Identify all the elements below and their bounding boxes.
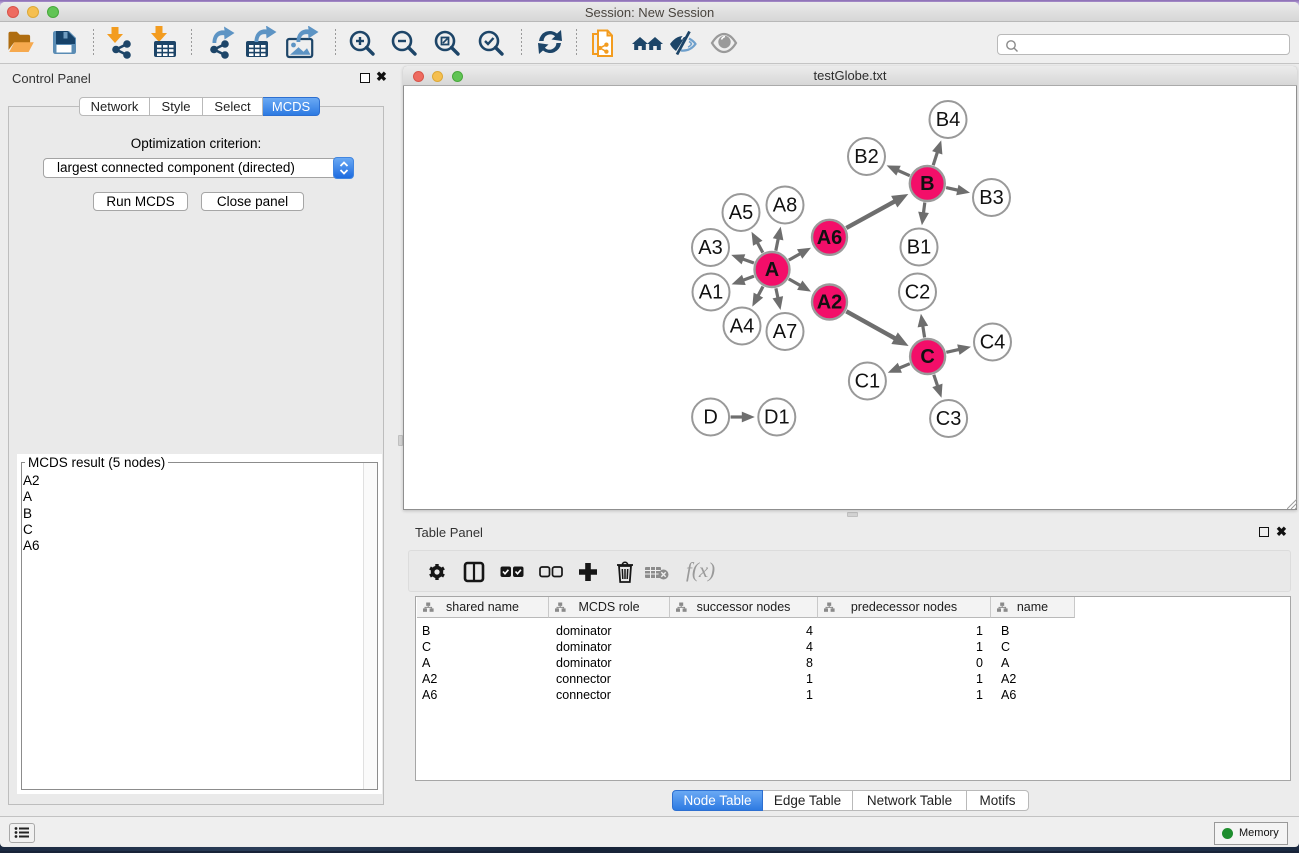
svg-text:A6: A6: [817, 227, 843, 249]
svg-text:A8: A8: [773, 195, 797, 217]
svg-text:B4: B4: [936, 109, 960, 131]
svg-text:B: B: [920, 173, 934, 195]
svg-text:A5: A5: [729, 202, 753, 224]
svg-text:B3: B3: [979, 187, 1003, 209]
svg-text:B1: B1: [907, 237, 931, 259]
svg-text:A1: A1: [699, 282, 723, 304]
svg-text:C: C: [920, 346, 934, 368]
svg-text:A3: A3: [698, 237, 722, 259]
svg-text:D1: D1: [764, 407, 790, 429]
svg-text:B2: B2: [854, 146, 878, 168]
svg-text:A4: A4: [730, 316, 754, 338]
svg-text:D: D: [703, 407, 717, 429]
svg-text:C2: C2: [905, 282, 931, 304]
svg-text:C1: C1: [855, 371, 881, 393]
svg-text:A2: A2: [817, 292, 843, 314]
svg-text:A: A: [765, 259, 779, 281]
svg-text:C3: C3: [936, 408, 962, 430]
svg-text:C4: C4: [980, 332, 1006, 354]
svg-text:A7: A7: [773, 321, 797, 343]
